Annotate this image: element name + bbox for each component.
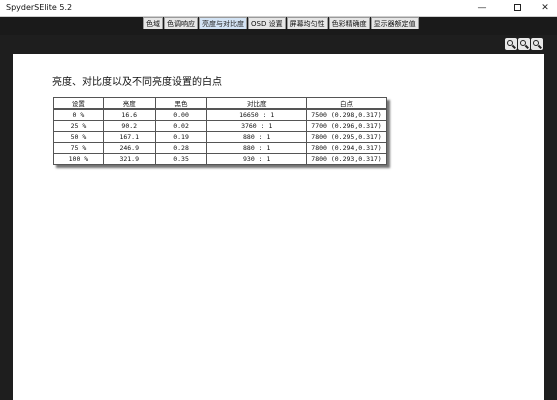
maximize-button[interactable] [503,0,531,17]
tab-brightness-contrast[interactable]: 亮度与对比度 [199,17,247,29]
cell-black: 0.02 [154,119,208,132]
cell-setting: 50 % [53,130,104,143]
cell-black: 0.00 [154,108,208,121]
cell-white-point: 7800 (0.294,0.317) [306,141,387,154]
results-table: 设置 亮度 黑色 对比度 白点 0 % 16.6 0.00 16650 : 1 … [53,97,387,165]
cell-luminance: 246.9 [102,141,156,154]
cell-setting: 25 % [53,119,104,132]
table-row: 0 % 16.6 0.00 16650 : 1 7500 (0.298,0.31… [53,108,387,121]
tab-bar: 色域 色调响应 亮度与对比度 OSD 设置 屏幕均匀性 色彩精确度 显示器额定值 [143,17,420,29]
cell-white-point: 7700 (0.296,0.317) [306,119,387,132]
cell-white-point: 7800 (0.293,0.317) [306,152,387,165]
tab-color-accuracy[interactable]: 色彩精确度 [328,17,370,29]
zoom-toolbar [505,38,544,50]
cell-luminance: 167.1 [102,130,156,143]
tab-screen-uniformity[interactable]: 屏幕均匀性 [286,17,328,29]
cell-black: 0.28 [154,141,208,154]
table-row: 25 % 90.2 0.02 3760 : 1 7700 (0.296,0.31… [53,119,387,132]
window-title: SpyderSElite 5.2 [6,3,73,12]
cell-setting: 0 % [53,108,104,121]
zoom-fit-icon[interactable] [531,38,543,50]
report-panel: 亮度、对比度以及不同亮度设置的白点 设置 亮度 黑色 对比度 白点 0 % 16… [13,54,544,400]
tab-display-rating[interactable]: 显示器额定值 [370,17,419,29]
cell-contrast: 880 : 1 [206,141,308,154]
table-row: 75 % 246.9 0.28 880 : 1 7800 (0.294,0.31… [53,141,387,154]
cell-white-point: 7500 (0.298,0.317) [306,108,387,121]
table-row: 50 % 167.1 0.19 880 : 1 7800 (0.295,0.31… [53,130,387,143]
header-contrast: 对比度 [206,97,308,110]
cell-contrast: 930 : 1 [206,152,308,165]
cell-contrast: 880 : 1 [206,130,308,143]
close-button[interactable]: ✕ [531,0,557,17]
cell-luminance: 321.9 [102,152,156,165]
tab-gamut[interactable]: 色域 [143,17,163,29]
cell-black: 0.19 [154,130,208,143]
results-table-container: 设置 亮度 黑色 对比度 白点 0 % 16.6 0.00 16650 : 1 … [53,97,387,165]
header-setting: 设置 [53,97,104,110]
cell-contrast: 16650 : 1 [206,108,308,121]
cell-luminance: 90.2 [102,119,156,132]
table-header-row: 设置 亮度 黑色 对比度 白点 [53,97,387,110]
cell-setting: 100 % [53,152,104,165]
tab-osd-settings[interactable]: OSD 设置 [248,17,286,29]
cell-luminance: 16.6 [102,108,156,121]
zoom-in-icon[interactable] [505,38,517,50]
header-white-point: 白点 [306,97,387,110]
header-luminance: 亮度 [102,97,156,110]
cell-contrast: 3760 : 1 [206,119,308,132]
table-row: 100 % 321.9 0.35 930 : 1 7800 (0.293,0.3… [53,152,387,165]
title-bar: SpyderSElite 5.2 — ✕ [0,0,557,17]
cell-black: 0.35 [154,152,208,165]
header-black: 黑色 [154,97,208,110]
tab-tone-response[interactable]: 色调响应 [164,17,198,29]
maximize-icon [513,4,521,11]
cell-white-point: 7800 (0.295,0.317) [306,130,387,143]
cell-setting: 75 % [53,141,104,154]
report-heading: 亮度、对比度以及不同亮度设置的白点 [52,77,222,88]
minimize-button[interactable]: — [468,0,496,17]
zoom-out-icon[interactable] [518,38,530,50]
